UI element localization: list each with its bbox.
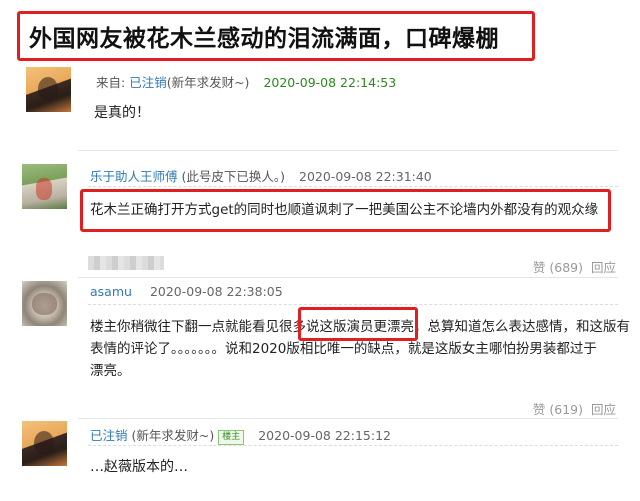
username-link[interactable]: 已注销 [90, 428, 128, 443]
quote-divider [88, 304, 618, 305]
quote-divider [88, 445, 618, 446]
comment-text: …赵薇版本的… [90, 459, 188, 475]
comment-text: 花木兰正确打开方式get的同时也顺道讽刺了一把美国公主不论墙内外都没有的观众缘 [90, 202, 599, 218]
comment-text-line: 漂亮。 [90, 363, 131, 379]
username-link[interactable]: 已注销 [129, 75, 167, 90]
divider [78, 150, 618, 151]
comment-meta: 已注销 (新年求发财~) 楼主 2020-09-08 22:15:12 [90, 425, 391, 445]
highlight-box [298, 307, 418, 341]
avatar[interactable] [22, 164, 67, 209]
headline: 外国网友被花木兰感动的泪流满面，口碑爆棚 [29, 26, 499, 52]
user-signature: (新年求发财~) [166, 75, 250, 90]
comment-text: 是真的！ [94, 105, 150, 121]
from-label: 来自: [96, 75, 130, 90]
avatar-figure [34, 431, 54, 455]
reply-button[interactable]: 回应 [591, 402, 616, 417]
avatar[interactable] [26, 67, 71, 112]
comment-actions: 赞 (619) 回应 [525, 399, 616, 418]
blurred-text [88, 256, 164, 270]
timestamp: 2020-09-08 22:38:05 [149, 284, 283, 299]
op-badge: 楼主 [218, 430, 245, 445]
headline-box: 外国网友被花木兰感动的泪流满面，口碑爆棚 [17, 11, 535, 61]
avatar-figure [32, 293, 57, 315]
avatar[interactable] [22, 421, 67, 466]
comment-meta: asamu 2020-09-08 22:38:05 [90, 284, 283, 299]
like-button[interactable]: 赞 (619) [533, 402, 583, 417]
quote-divider [88, 186, 618, 187]
divider [78, 277, 618, 278]
username-link[interactable]: 乐于助人王师傅 [90, 169, 178, 184]
comment-meta: 乐于助人王师傅 (此号皮下已换人。) 2020-09-08 22:31:40 [90, 166, 432, 185]
reply-button[interactable]: 回应 [591, 260, 616, 275]
timestamp: 2020-09-08 22:14:53 [263, 75, 397, 90]
divider [78, 418, 618, 419]
comment-actions: 赞 (689) 回应 [525, 257, 616, 276]
user-signature: (此号皮下已换人。) [177, 169, 285, 184]
comment-text-line: 表情的评论了。。。。。。。说和2020版相比唯一的缺点，就是这版女主哪怕扮男装都… [90, 341, 597, 357]
avatar-figure [38, 77, 58, 101]
username-link[interactable]: asamu [90, 284, 132, 299]
comment-meta: 来自: 已注销(新年求发财~) 2020-09-08 22:14:53 [96, 72, 396, 91]
timestamp: 2020-09-08 22:31:40 [299, 169, 432, 184]
timestamp: 2020-09-08 22:15:12 [258, 428, 391, 443]
like-button[interactable]: 赞 (689) [533, 260, 583, 275]
avatar[interactable] [22, 281, 67, 326]
avatar-figure [36, 178, 52, 200]
user-signature: (新年求发财~) [127, 428, 215, 443]
